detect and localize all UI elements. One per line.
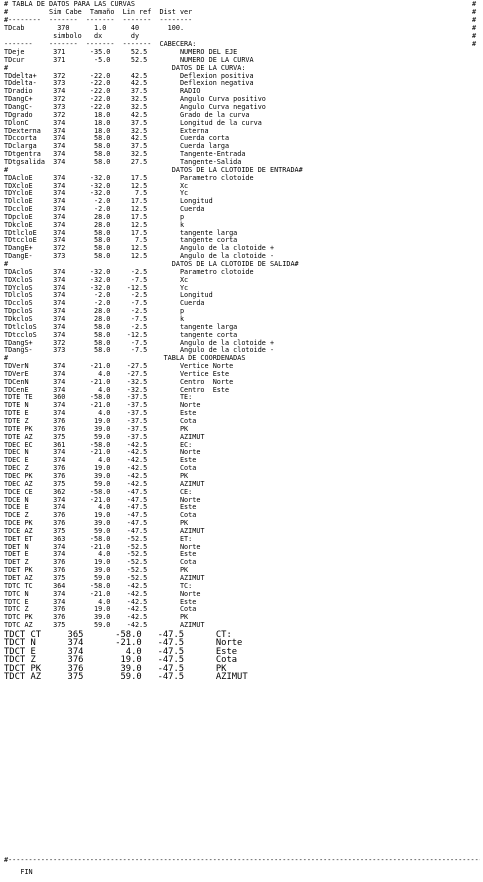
table-row: TDCenE 374 4.0 -32.5 Centro Este [4, 385, 230, 394]
table-row: TDCE E 374 4.0 -47.5 Este [4, 503, 197, 512]
table-row: TDCE AZ 375 59.0 -47.5 AZIMUT [4, 526, 205, 535]
table-row: TDccloS 374 -2.0 -7.5 Cuerda [4, 299, 205, 308]
table-row: TDtlcloE 374 58.0 17.5 tangente larga [4, 228, 238, 237]
table-row: TDTC N 374 -21.0 -42.5 Norte [4, 589, 201, 598]
table-row: TDET AZ 375 59.0 -52.5 AZIMUT [4, 574, 205, 582]
table-row: TDpcloS 374 28.0 -2.5 p [4, 307, 185, 316]
table-row: TDlcloE 374 -2.0 17.5 Longitud [4, 197, 213, 206]
table-row: TDTE N 374 -21.0 -37.5 Norte [4, 401, 201, 410]
table-row: TDTC E 374 4.0 -42.5 Este [4, 597, 197, 606]
table-row: TDradio 374 -22.0 37.5 RADIO [4, 87, 201, 96]
table-row: TDYcloS 374 -32.0 -12.5 Yc [4, 283, 189, 292]
table-row: TDTC AZ 375 59.0 -42.5 AZIMUT [4, 621, 205, 630]
table-row: TDTC Z 376 19.0 -42.5 Cota [4, 605, 197, 614]
table-row-large: TDCT AZ 375 59.0 -47.5 AZIMUT [4, 671, 248, 682]
table-row: TDangS+ 372 58.0 -7.5 Angulo de la cloto… [4, 338, 275, 347]
table-row: TDET Z 376 19.0 -52.5 Cota [4, 558, 197, 567]
footer-rule: #---------------------------------------… [4, 856, 480, 864]
footer-fin: FIN [4, 868, 33, 876]
table-row: TDccloE 374 -2.0 12.5 Cuerda [4, 205, 205, 214]
table-row: TDEC E 374 4.0 -42.5 Este [4, 456, 197, 465]
header-line: # Sim Cabe Tamaño Lin ref Dist ver [4, 8, 193, 16]
table-row: TDdelta+ 372 -22.0 42.5 Deflexion positi… [4, 71, 254, 80]
table-row: TDTC TC 364 -58.0 -42.5 TC: [4, 581, 193, 590]
table-row: TDTE Z 376 19.0 -37.5 Cota [4, 417, 197, 425]
table-row: TDEC AZ 375 59.0 -42.5 AZIMUT [4, 479, 205, 488]
table-row: TDCE Z 376 19.0 -47.5 Cota [4, 511, 197, 520]
table-row: TDAcloE 374 -32.0 17.5 Parametro clotoid… [4, 173, 254, 182]
table-row: TDdelta- 373 -22.0 42.5 Deflexion negati… [4, 79, 254, 88]
table-row: TDpcloE 374 28.0 17.5 p [4, 212, 185, 221]
table-row: TDCE CE 362 -58.0 -47.5 CE: [4, 487, 193, 496]
header-line: ------- ------- ------- ------- CABECERA… [4, 40, 197, 48]
right-hash-mark: # [472, 16, 477, 24]
table-row: TDTE TE 360 -58.0 -37.5 TE: [4, 393, 193, 402]
table-row: TDangC- 373 -22.0 32.5 Angulo Curva nega… [4, 103, 266, 111]
table-row: TDangE- 373 58.0 12.5 Angulo de la cloto… [4, 252, 275, 261]
table-row: TDXcloE 374 -32.0 12.5 Xc [4, 181, 189, 190]
header-line: TDcab 370 1.0 40 100. [4, 24, 185, 32]
table-row: TDclarga 374 58.0 37.5 Cuerda larga [4, 142, 230, 151]
table-row: TDtgentra 374 58.0 32.5 Tangente-Entrada [4, 150, 246, 159]
table-row: TDtccloS 374 58.0 -12.5 tangente corta [4, 330, 238, 339]
table-row: TDeje 371 -35.0 52.5 NUMERO DEL EJE [4, 48, 238, 56]
right-hash-mark: # [472, 8, 477, 16]
table-row: TDexterna 374 18.0 32.5 Externa [4, 126, 209, 135]
header-line: # TABLA DE DATOS PARA LAS CURVAS [4, 0, 135, 8]
table-row: TDET E 374 4.0 -52.5 Este [4, 550, 197, 559]
table-row: # DATOS DE LA CLOTOIDE DE SALIDA# [4, 260, 299, 268]
table-row: TDTE E 374 4.0 -37.5 Este [4, 409, 197, 418]
table-row: TDAcloS 374 -32.0 -2.5 Parametro clotoid… [4, 267, 254, 276]
table-row: TDccorta 374 58.0 42.5 Cuerda corta [4, 134, 230, 143]
table-row: TDCenN 374 -21.0 -32.5 Centro Norte [4, 377, 234, 386]
table-row: TDangE+ 372 58.0 12.5 Angulo de la cloto… [4, 244, 275, 253]
table-row: TDangS- 373 58.0 -7.5 Angulo de la cloto… [4, 346, 275, 355]
table-row: TDcur 371 -5.0 52.5 NUMERO DE LA CURVA [4, 55, 254, 64]
right-hash-mark: # [472, 24, 477, 32]
table-row: TDtlcloS 374 58.0 -2.5 tangente larga [4, 322, 238, 331]
table-row: TDtccloE 374 58.0 7.5 tangente corta [4, 236, 238, 245]
table-row: TDEC N 374 -21.0 -42.5 Norte [4, 448, 201, 457]
table-row: TDtgsalida 374 58.0 27.5 Tangente-Salida [4, 157, 242, 166]
table-row: # TABLA DE COORDENADAS [4, 354, 246, 363]
text-document: # TABLA DE DATOS PARA LAS CURVAS # Sim Ca… [0, 0, 483, 882]
table-row: # DATOS DE LA CURVA: [4, 63, 246, 72]
table-row: TDEC PK 376 39.0 -42.5 PK [4, 471, 189, 480]
table-row-large: TDCT Z 376 19.0 -47.5 Cota [4, 655, 238, 666]
table-row: TDTE AZ 375 59.0 -37.5 AZIMUT [4, 432, 205, 441]
table-row: TDTE PK 376 39.0 -37.5 PK [4, 424, 189, 433]
table-row: TDYcloE 374 -32.0 7.5 Yc [4, 189, 189, 198]
table-row: TDangC+ 372 -22.0 32.5 Angulo Curva posi… [4, 95, 266, 104]
right-hash-mark: # [472, 0, 477, 8]
table-row: TDTC PK 376 39.0 -42.5 PK [4, 613, 189, 622]
table-row: TDlonC 374 18.0 37.5 Longitud de la curv… [4, 118, 262, 127]
header-line: simbolo dx dy [4, 32, 140, 40]
table-row: TDVerN 374 -21.0 -27.5 Vertice Norte [4, 362, 234, 371]
table-row: TDVerE 374 4.0 -27.5 Vertice Este [4, 369, 230, 378]
table-row: TDET PK 376 39.0 -52.5 PK [4, 566, 189, 575]
table-row: TDkcloS 374 28.0 -7.5 k [4, 314, 185, 323]
table-row: TDkcloE 374 28.0 12.5 k [4, 220, 185, 229]
table-row: TDCE PK 376 39.0 -47.5 PK [4, 519, 189, 528]
table-row: TDEC EC 361 -58.0 -42.5 EC: [4, 440, 193, 449]
right-hash-mark: # [472, 32, 477, 40]
right-hash-mark: # [472, 40, 477, 48]
table-row: TDEC Z 376 19.0 -42.5 Cota [4, 464, 197, 473]
table-row: TDET ET 363 -58.0 -52.5 ET: [4, 534, 193, 543]
table-row: TDET N 374 -21.0 -52.5 Norte [4, 542, 201, 551]
table-row: TDXcloS 374 -32.0 -7.5 Xc [4, 275, 189, 284]
header-line: #-------- ------- ------- ------- ------… [4, 16, 193, 24]
table-row: TDCE N 374 -21.0 -47.5 Norte [4, 495, 201, 504]
table-row: # DATOS DE LA CLOTOIDE DE ENTRADA# [4, 165, 303, 174]
table-row: TDlcloS 374 -2.0 -2.5 Longitud [4, 291, 213, 300]
table-row: TDgrado 372 18.0 42.5 Grado de la curva [4, 110, 250, 119]
